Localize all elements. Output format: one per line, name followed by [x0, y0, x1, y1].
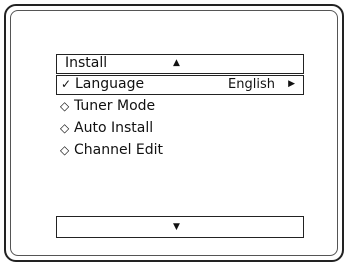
menu-title: Install — [65, 55, 108, 71]
checkmark-icon: ✓ — [61, 77, 72, 91]
menu-item-label: Language — [75, 76, 145, 92]
diamond-bullet-icon: ◇ — [60, 121, 70, 135]
menu-item-label: Auto Install — [74, 120, 154, 136]
menu-item-tuner-mode[interactable]: ◇ Tuner Mode — [56, 96, 304, 116]
menu-item-label: Tuner Mode — [74, 98, 156, 114]
language-value: English — [228, 77, 275, 92]
diamond-bullet-icon: ◇ — [60, 143, 70, 157]
install-menu: Install ▲ ✓ Language English ▶ ◇ Tuner M… — [56, 54, 304, 244]
menu-item-language[interactable]: ✓ Language English ▶ — [56, 75, 304, 95]
diamond-bullet-icon: ◇ — [60, 99, 70, 113]
menu-header: Install ▲ — [56, 54, 304, 74]
menu-item-label: Channel Edit — [74, 142, 164, 158]
scroll-down-icon[interactable]: ▼ — [173, 220, 180, 234]
menu-item-channel-edit[interactable]: ◇ Channel Edit — [56, 140, 304, 160]
submenu-arrow-icon[interactable]: ▶ — [288, 76, 295, 93]
menu-item-auto-install[interactable]: ◇ Auto Install — [56, 118, 304, 138]
menu-footer: ▼ — [56, 216, 304, 238]
scroll-up-icon[interactable]: ▲ — [173, 56, 180, 70]
